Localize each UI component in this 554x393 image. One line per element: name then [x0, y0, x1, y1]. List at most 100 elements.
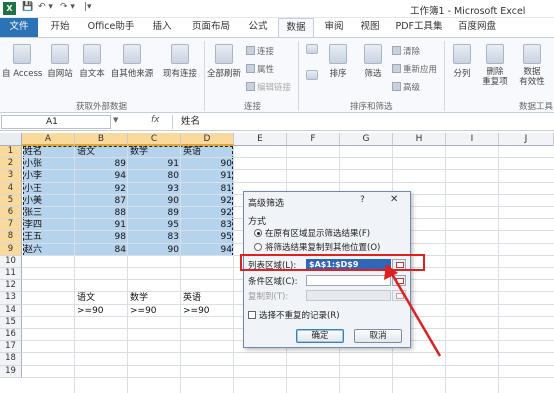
column-header[interactable]: G: [340, 133, 393, 146]
criteria-cell[interactable]: >=90: [130, 305, 179, 317]
formula-input[interactable]: 姓名: [172, 115, 552, 129]
from-access-button[interactable]: 自 Access: [2, 44, 42, 79]
undo-icon[interactable]: ↶ ▾: [38, 2, 53, 12]
connections-button[interactable]: 连接: [246, 45, 274, 57]
row-header[interactable]: 8: [0, 231, 22, 244]
from-web-button[interactable]: 自网站: [44, 44, 76, 79]
row-header[interactable]: 16: [0, 329, 22, 342]
cancel-button[interactable]: 取消: [354, 329, 402, 343]
name-box[interactable]: A1: [1, 115, 111, 129]
table-cell[interactable]: 王五: [24, 231, 73, 243]
row-header[interactable]: 2: [0, 158, 22, 171]
copy-to-input[interactable]: [306, 290, 391, 301]
sort-az-button[interactable]: [303, 44, 321, 57]
table-cell[interactable]: 92: [183, 195, 232, 207]
criteria-cell[interactable]: 语文: [77, 292, 126, 304]
table-cell[interactable]: 张三: [24, 207, 73, 219]
copy-to-collapse-button[interactable]: [392, 290, 406, 301]
table-cell[interactable]: 90: [183, 158, 232, 170]
table-cell[interactable]: 93: [130, 183, 179, 195]
from-text-button[interactable]: 自文本: [77, 44, 107, 79]
header-cell[interactable]: 英语: [183, 146, 232, 158]
row-header[interactable]: 7: [0, 219, 22, 232]
row-header[interactable]: 15: [0, 316, 22, 329]
table-cell[interactable]: 小王: [24, 183, 73, 195]
row-header[interactable]: 5: [0, 194, 22, 207]
criteria-range-input[interactable]: [306, 275, 391, 286]
column-header[interactable]: D: [181, 133, 234, 146]
column-header[interactable]: H: [393, 133, 446, 146]
tab-office-assistant[interactable]: Office助手: [82, 18, 140, 37]
criteria-cell[interactable]: >=90: [183, 305, 232, 317]
table-cell[interactable]: 赵六: [24, 244, 73, 256]
table-cell[interactable]: 小美: [24, 195, 73, 207]
reapply-filter-button[interactable]: 重新应用: [392, 63, 437, 75]
unique-records-checkbox[interactable]: 选择不重复的记录(R): [248, 309, 340, 321]
table-cell[interactable]: 98: [77, 231, 126, 243]
column-header[interactable]: E: [234, 133, 287, 146]
row-header[interactable]: 13: [0, 292, 22, 305]
table-cell[interactable]: 92: [77, 183, 126, 195]
row-header[interactable]: 10: [0, 255, 22, 268]
table-cell[interactable]: 95: [183, 231, 232, 243]
tab-file[interactable]: 文件: [0, 18, 38, 37]
row-header[interactable]: 17: [0, 341, 22, 354]
tab-home[interactable]: 开始: [44, 18, 76, 37]
filter-button[interactable]: 筛选: [358, 44, 388, 79]
text-to-columns-button[interactable]: 分列: [449, 44, 475, 79]
row-header[interactable]: 1: [0, 146, 22, 159]
criteria-range-collapse-button[interactable]: [392, 275, 406, 286]
remove-duplicates-button[interactable]: 删除 重复项: [479, 44, 511, 87]
properties-button[interactable]: 属性: [246, 63, 274, 75]
tab-page-layout[interactable]: 页面布局: [186, 18, 236, 37]
edit-links-button[interactable]: 编辑链接: [246, 81, 291, 93]
tab-view[interactable]: 视图: [354, 18, 386, 37]
column-header[interactable]: B: [75, 133, 128, 146]
tab-pdf-tools[interactable]: PDF工具集: [390, 18, 448, 37]
row-header[interactable]: 14: [0, 304, 22, 317]
radio-copy-to-location[interactable]: 将筛选结果复制到其他位置(O): [254, 241, 380, 253]
advanced-filter-button[interactable]: 高级: [392, 81, 420, 93]
name-box-dropdown-icon[interactable]: ▼: [113, 116, 118, 124]
sort-button[interactable]: 排序: [323, 44, 353, 79]
table-cell[interactable]: 李四: [24, 219, 73, 231]
criteria-cell[interactable]: 英语: [183, 292, 232, 304]
row-header[interactable]: 12: [0, 280, 22, 293]
table-cell[interactable]: 89: [77, 158, 126, 170]
clear-filter-button[interactable]: 清除: [392, 45, 420, 57]
row-header[interactable]: 3: [0, 170, 22, 183]
customize-quick-access-icon[interactable]: |▾: [84, 2, 92, 12]
row-header[interactable]: 9: [0, 243, 22, 256]
table-cell[interactable]: 90: [130, 195, 179, 207]
table-cell[interactable]: 87: [77, 195, 126, 207]
tab-formulas[interactable]: 公式: [242, 18, 274, 37]
tab-data[interactable]: 数据: [278, 18, 314, 37]
table-cell[interactable]: 89: [130, 207, 179, 219]
table-cell[interactable]: 80: [130, 170, 179, 182]
table-cell[interactable]: 88: [77, 207, 126, 219]
criteria-cell[interactable]: >=90: [77, 305, 126, 317]
header-cell[interactable]: 语文: [77, 146, 126, 158]
help-icon[interactable]: ?: [360, 195, 365, 205]
refresh-all-button[interactable]: 全部刷新: [206, 44, 242, 79]
table-cell[interactable]: 91: [183, 170, 232, 182]
table-cell[interactable]: 91: [77, 219, 126, 231]
table-cell[interactable]: 83: [183, 219, 232, 231]
table-cell[interactable]: 91: [130, 158, 179, 170]
tab-review[interactable]: 审阅: [318, 18, 350, 37]
table-cell[interactable]: 81: [183, 183, 232, 195]
table-cell[interactable]: 94: [183, 244, 232, 256]
row-header[interactable]: 4: [0, 182, 22, 195]
table-cell[interactable]: 94: [77, 170, 126, 182]
from-other-sources-button[interactable]: 自其他来源: [108, 44, 156, 79]
header-cell[interactable]: 数学: [130, 146, 179, 158]
table-cell[interactable]: 84: [77, 244, 126, 256]
row-header[interactable]: 18: [0, 353, 22, 366]
close-icon[interactable]: ✕: [390, 194, 398, 205]
table-cell[interactable]: 90: [130, 244, 179, 256]
row-header[interactable]: 19: [0, 365, 22, 378]
column-header[interactable]: A: [22, 133, 75, 146]
column-header[interactable]: I: [446, 133, 499, 146]
table-cell[interactable]: 95: [130, 219, 179, 231]
row-header[interactable]: 6: [0, 207, 22, 220]
